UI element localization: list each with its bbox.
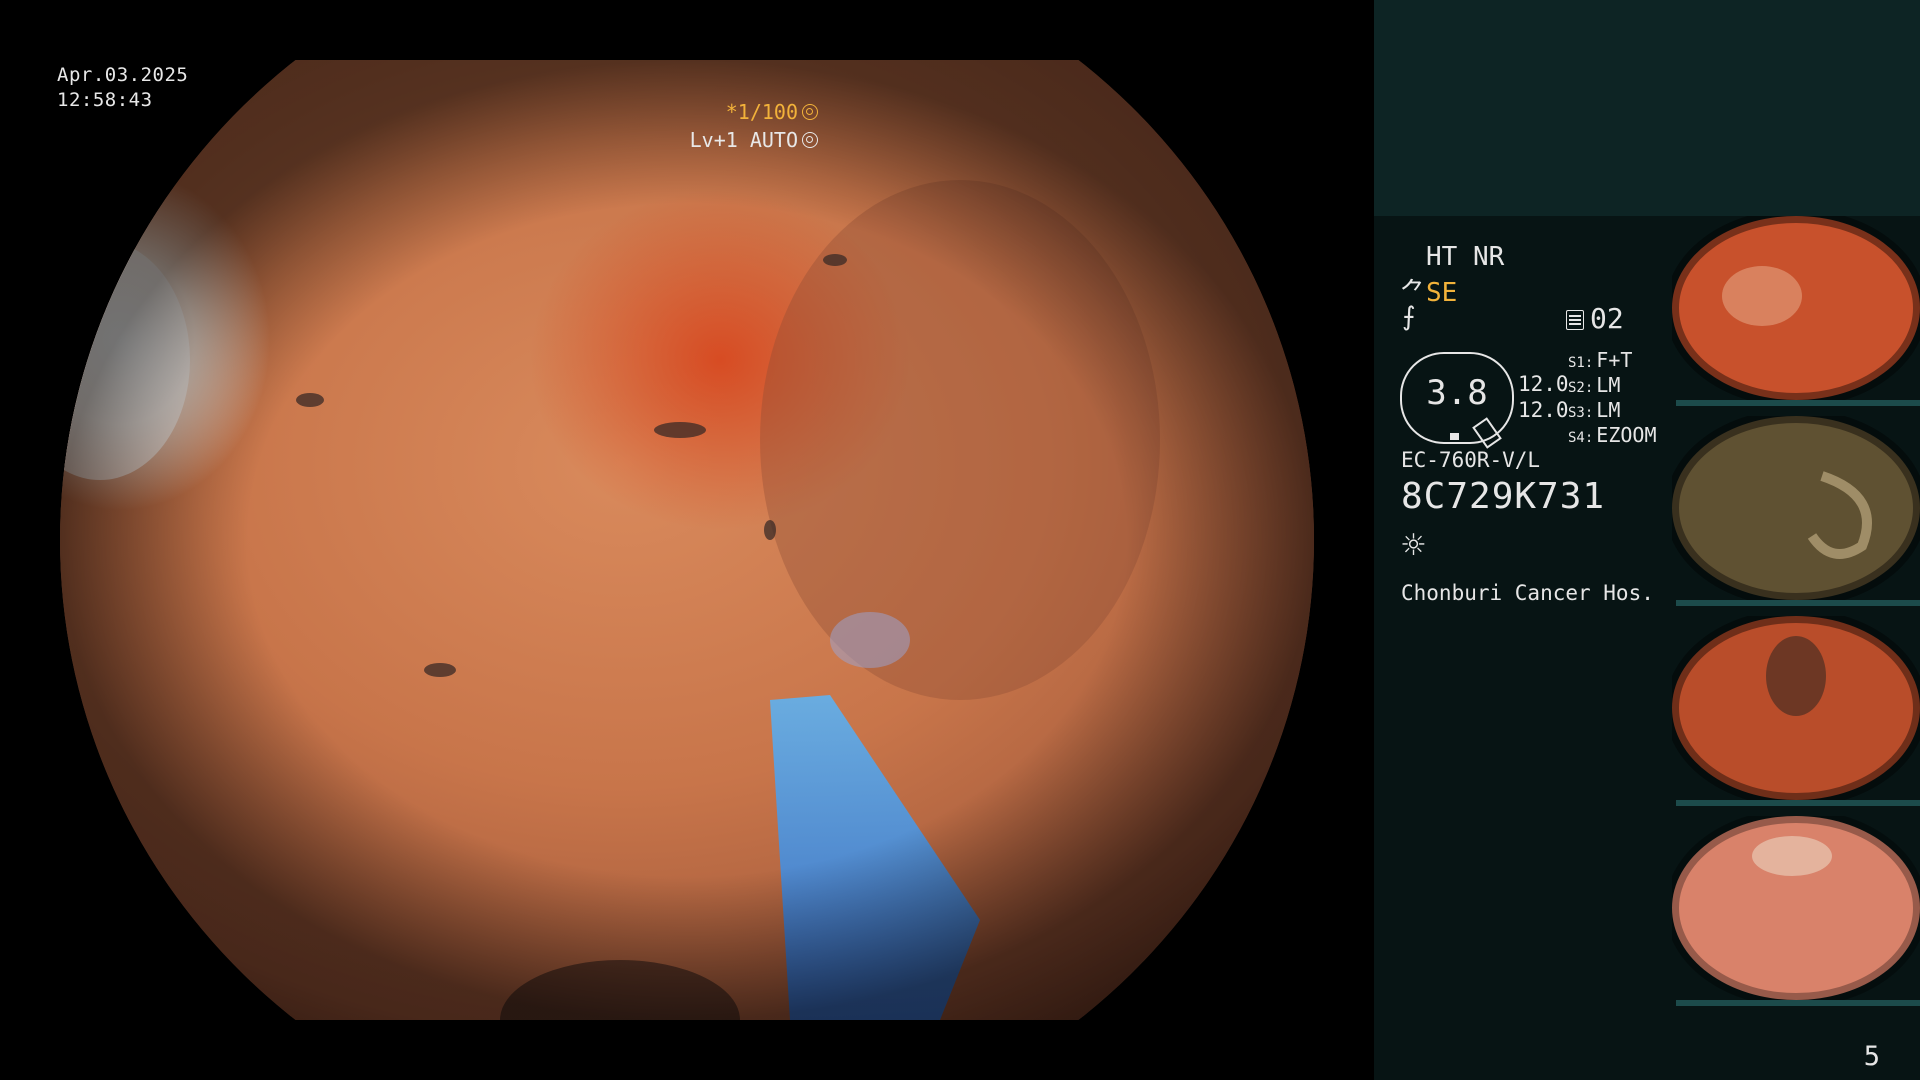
gauge-marker: [1450, 433, 1459, 440]
thumbnail-1[interactable]: [1672, 216, 1920, 406]
page-number: 5: [1863, 1041, 1880, 1072]
endoscope-main-view: Apr.03.2025 12:58:43 *1/100 Lv+1 AUTO: [0, 0, 1374, 1080]
switch-1-value: F+T: [1596, 348, 1633, 372]
shutter-speed: *1/100: [726, 100, 818, 124]
iris-level-label: Lv+1 AUTO: [689, 128, 798, 152]
switch-1-key: S1:: [1568, 355, 1594, 371]
auto-iris-icon: [802, 132, 818, 148]
panel-header-area: [1374, 0, 1920, 216]
thumbnail-2[interactable]: [1672, 416, 1920, 606]
switch-3: S3: LM: [1568, 398, 1620, 422]
thumbnail-3[interactable]: [1672, 616, 1920, 806]
gauge-value: 3.8: [1426, 373, 1488, 413]
switch-4-value: EZOOM: [1596, 423, 1657, 447]
switch-3-value: LM: [1596, 398, 1621, 422]
thumbnail-3-bar: [1676, 800, 1920, 806]
scope-model: EC-760R-V/L: [1401, 448, 1541, 472]
value-2: 12.0: [1518, 398, 1569, 422]
thumbnail-1-bar: [1676, 400, 1920, 406]
thumbnail-4-bar: [1676, 1000, 1920, 1006]
shutter-icon: [802, 104, 818, 120]
switch-2-key: S2:: [1568, 380, 1594, 396]
enhancement-label: SE: [1426, 278, 1458, 308]
freeze-icon: ⨍: [1402, 302, 1416, 332]
exam-date: Apr.03.2025: [57, 64, 189, 86]
light-icon: ☼: [1400, 528, 1427, 563]
switch-2-value: LM: [1596, 373, 1621, 397]
shutter-label: *1/100: [725, 100, 798, 124]
scope-serial: 8C729K731: [1401, 476, 1606, 517]
memo-icon: [1566, 310, 1584, 330]
iris-level: Lv+1 AUTO: [690, 128, 818, 152]
exam-time: 12:58:43: [57, 89, 153, 111]
switch-1: S1: F+T: [1568, 348, 1632, 372]
mode-indicator: HT NR: [1426, 242, 1505, 272]
memo-indicator: 02: [1566, 302, 1624, 335]
hospital-name: Chonburi Cancer Hos.: [1401, 581, 1654, 605]
switch-2: S2: LM: [1568, 373, 1620, 397]
switch-3-key: S3:: [1568, 405, 1594, 421]
value-1: 12.0: [1518, 372, 1569, 396]
endoscopic-image: [60, 60, 1314, 1020]
thumbnail-4[interactable]: [1672, 816, 1920, 1006]
switch-4: S4: EZOOM: [1568, 423, 1657, 447]
memo-value: 02: [1590, 302, 1624, 335]
thumbnail-2-bar: [1676, 600, 1920, 606]
switch-4-key: S4:: [1568, 430, 1594, 446]
